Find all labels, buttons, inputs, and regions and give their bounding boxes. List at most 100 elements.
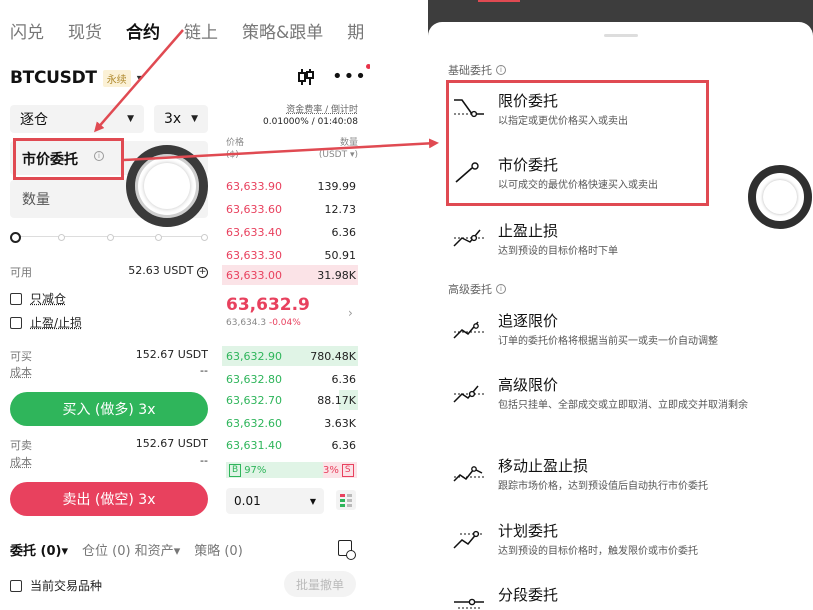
- sheet-handle[interactable]: [604, 34, 638, 37]
- ask-row[interactable]: 63,633.30 50.91: [222, 245, 358, 265]
- qty-unit-select[interactable]: 数量 (USDT ▾): [319, 137, 358, 161]
- current-pair-checkbox[interactable]: 当前交易品种: [10, 577, 102, 594]
- chevron-down-icon: ▼: [309, 496, 316, 506]
- buy-long-button[interactable]: 买入 (做多) 3x: [10, 392, 208, 426]
- available-value: 52.63 USDT: [128, 264, 194, 277]
- advanced-section-title: 高级委托: [448, 283, 492, 296]
- pair-selector[interactable]: BTCUSDT 永续 ▾: [10, 68, 142, 88]
- bid-row[interactable]: 63,632.70 88.17K: [222, 390, 358, 410]
- ask-qty: 31.98K: [317, 268, 356, 282]
- last-price-block[interactable]: 63,632.9 63,634.3 -0.04%: [226, 295, 310, 328]
- option-desc: 达到预设的目标价格时下单: [498, 246, 618, 257]
- batch-cancel-button[interactable]: 批量撤单: [284, 571, 356, 597]
- option-desc: 达到预设的目标价格时，触发限价或市价委托: [498, 546, 698, 557]
- pair-symbol: BTCUSDT: [10, 68, 97, 88]
- slider-handle[interactable]: [10, 232, 21, 243]
- trading-panel: 闪兑 现货 合约 链上 策略&跟单 期 BTCUSDT 永续 ▾ ••• 逐仓 …: [0, 0, 370, 610]
- sell-short-button[interactable]: 卖出 (做空) 3x: [10, 482, 208, 516]
- option-desc: 订单的委托价格将根据当前买一或卖一价自动调整: [498, 336, 718, 347]
- leverage-value: 3x: [164, 111, 182, 127]
- bid-row[interactable]: 63,632.90 780.48K: [222, 346, 358, 366]
- available-label: 可用: [10, 266, 32, 279]
- can-sell-label: 可卖: [10, 439, 32, 452]
- tab-swap[interactable]: 闪兑: [10, 18, 44, 43]
- basic-section-title: 基础委托: [448, 64, 492, 77]
- info-icon[interactable]: i: [496, 65, 506, 75]
- candlestick-icon[interactable]: [296, 67, 316, 87]
- tab-futures[interactable]: 合约: [126, 18, 160, 43]
- chevron-right-icon[interactable]: ›: [348, 306, 353, 320]
- tab-strategy[interactable]: 策略&跟单: [242, 18, 323, 43]
- chase-limit-icon: [453, 321, 484, 339]
- highlight-box: [13, 138, 124, 180]
- more-icon[interactable]: •••: [332, 64, 370, 87]
- tab-orders-label: 委托 (0): [10, 544, 62, 559]
- funding-value: 0.01000% / 01:40:08: [263, 117, 358, 127]
- cost-sell-value: --: [200, 454, 208, 467]
- tab-onchain[interactable]: 链上: [184, 18, 218, 43]
- funding-rate[interactable]: 资金费率 / 倒计时 0.01000% / 01:40:08: [240, 104, 358, 128]
- bid-row[interactable]: 63,631.40 6.36: [222, 435, 358, 455]
- tab-more[interactable]: 期: [347, 18, 364, 43]
- cost-sell-label: 成本: [10, 456, 32, 469]
- ask-row[interactable]: 63,633.40 6.36: [222, 222, 358, 242]
- cost-buy-row: 成本 --: [10, 364, 208, 380]
- segmented-order-icon: [454, 598, 484, 609]
- bid-row[interactable]: 63,632.80 6.36: [222, 369, 358, 389]
- leverage-select[interactable]: 3x ▼: [154, 105, 208, 133]
- bid-price: 63,632.90: [226, 349, 282, 363]
- can-buy-row: 可买 152.67 USDT: [10, 348, 208, 364]
- current-pair-label: 当前交易品种: [30, 579, 103, 593]
- bid-qty: 6.36: [331, 372, 357, 386]
- checkbox-icon: [10, 292, 22, 305]
- tab-strategies[interactable]: 策略 (0): [194, 540, 243, 559]
- margin-mode-select[interactable]: 逐仓 ▼: [10, 105, 144, 133]
- perpetual-badge: 永续: [102, 69, 131, 87]
- touch-indicator-icon: [126, 145, 208, 227]
- option-title: 追逐限价: [498, 312, 559, 330]
- tab-positions-label: 仓位 (0) 和资产: [82, 544, 174, 559]
- add-circle-icon[interactable]: +: [197, 267, 208, 278]
- chevron-down-icon: ▾: [136, 72, 142, 84]
- ask-qty: 139.99: [317, 179, 357, 193]
- tab-positions[interactable]: 仓位 (0) 和资产▾: [82, 540, 180, 559]
- tp-sl-label: 止盈/止损: [30, 316, 83, 330]
- ask-row[interactable]: 63,633.00 31.98K: [222, 265, 358, 285]
- checkbox-icon: [10, 316, 22, 329]
- buy-tag: B: [229, 463, 242, 477]
- sell-ratio-bar: 3% S: [323, 462, 357, 478]
- tab-spot[interactable]: 现货: [68, 18, 102, 43]
- order-history-icon[interactable]: [338, 540, 356, 560]
- chevron-down-icon: ▼: [191, 114, 198, 124]
- cost-sell-row: 成本 --: [10, 454, 208, 470]
- pair-actions: •••: [296, 64, 370, 87]
- ask-row[interactable]: 63,633.60 12.73: [222, 199, 358, 219]
- orderbook-layout-icon[interactable]: [336, 490, 356, 510]
- last-price: 63,632.9: [226, 295, 310, 315]
- info-icon[interactable]: i: [496, 284, 506, 294]
- option-title: 计划委托: [498, 522, 559, 540]
- bid-price: 63,632.80: [226, 372, 282, 386]
- sell-tag: S: [341, 463, 354, 477]
- ask-row[interactable]: 63,633.90 139.99: [222, 176, 358, 196]
- ask-price: 63,633.40: [226, 225, 282, 239]
- available-value-group: 52.63 USDT +: [128, 264, 208, 280]
- option-title: 高级限价: [498, 376, 559, 394]
- bid-row[interactable]: 63,632.60 3.63K: [222, 413, 358, 433]
- reduce-only-checkbox[interactable]: 只减仓: [10, 290, 66, 307]
- quantity-slider[interactable]: [10, 232, 208, 243]
- price-step-select[interactable]: 0.01 ▼: [226, 488, 324, 514]
- bottom-tabs: 委托 (0)▾ 仓位 (0) 和资产▾ 策略 (0): [10, 540, 243, 559]
- tp-sl-checkbox[interactable]: 止盈/止损: [10, 314, 82, 331]
- ask-qty: 12.73: [324, 202, 357, 216]
- ask-price: 63,633.00: [226, 268, 282, 282]
- margin-mode-value: 逐仓: [20, 112, 48, 128]
- tab-orders[interactable]: 委托 (0)▾: [10, 540, 68, 559]
- trigger-order-icon: [453, 530, 484, 549]
- notification-dot: [365, 64, 370, 69]
- option-desc: 跟踪市场价格，达到预设值后自动执行市价委托: [498, 481, 708, 492]
- option-title: 止盈止损: [498, 222, 559, 240]
- qty-unit: (USDT ▾): [318, 150, 358, 160]
- ask-price: 63,633.30: [226, 248, 282, 262]
- mark-price-row: 63,634.3 -0.04%: [226, 318, 310, 328]
